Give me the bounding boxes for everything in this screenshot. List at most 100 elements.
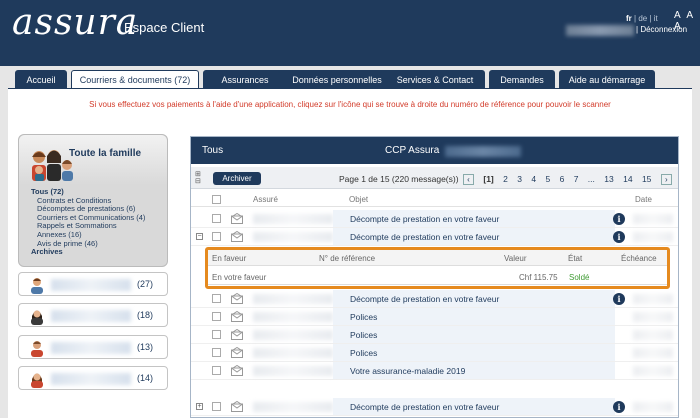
page-link[interactable]: [1] bbox=[483, 174, 493, 184]
row-checkbox[interactable] bbox=[212, 348, 221, 357]
table-row[interactable]: + Décompte de prestation en votre faveur i bbox=[191, 398, 678, 416]
row-subject[interactable]: Polices bbox=[333, 344, 615, 361]
row-subject-label[interactable]: Polices bbox=[350, 312, 377, 322]
page-info: Page 1 de 15 (220 message(s)) bbox=[339, 174, 459, 184]
panel-header: Tous CCP Assura bbox=[191, 137, 678, 164]
detail-col-value: Valeur bbox=[504, 254, 527, 263]
row-checkbox[interactable] bbox=[212, 402, 221, 411]
table-row[interactable]: Décompte de prestation en votre faveur i bbox=[191, 290, 678, 308]
insured-name-redacted bbox=[253, 312, 333, 322]
row-subject[interactable]: Décompte de prestation en votre faveur bbox=[333, 398, 615, 415]
family-member[interactable]: (13) bbox=[18, 335, 168, 359]
select-all-checkbox[interactable] bbox=[212, 195, 221, 204]
info-icon[interactable]: i bbox=[613, 401, 625, 413]
row-checkbox[interactable] bbox=[212, 312, 221, 321]
page-link[interactable]: 15 bbox=[642, 174, 651, 184]
member-name-redacted bbox=[51, 342, 131, 354]
insured-name-redacted bbox=[253, 214, 333, 224]
table-row[interactable]: − Décompte de prestation en votre faveur i bbox=[191, 228, 678, 246]
row-subject-label[interactable]: Décompte de prestation en votre faveur bbox=[350, 294, 499, 304]
family-member[interactable]: (27) bbox=[18, 272, 168, 296]
row-checkbox[interactable] bbox=[212, 232, 221, 241]
page-link[interactable]: 3 bbox=[517, 174, 522, 184]
envelope-icon bbox=[231, 231, 243, 242]
assura-logo[interactable]: assura bbox=[12, 2, 138, 43]
insured-name-redacted bbox=[253, 348, 333, 358]
tab-assurances[interactable]: Assurances bbox=[203, 70, 287, 88]
detail-col-due: Échéance bbox=[621, 254, 657, 263]
date-redacted bbox=[633, 366, 673, 376]
column-date[interactable]: Date bbox=[635, 195, 652, 204]
female-avatar-icon bbox=[31, 373, 43, 388]
lang-it[interactable]: it bbox=[654, 14, 658, 23]
prev-page-icon[interactable]: ‹ bbox=[463, 174, 474, 186]
row-subject-label[interactable]: Votre assurance-maladie 2019 bbox=[350, 366, 465, 376]
detail-col-ref: N° de référence bbox=[319, 254, 376, 263]
table-row[interactable]: Décompte de prestation en votre faveur i bbox=[191, 210, 678, 228]
family-member[interactable]: (18) bbox=[18, 303, 168, 327]
detail-state: Soldé bbox=[569, 273, 590, 282]
payment-notice: Si vous effectuez vos paiements à l'aide… bbox=[89, 100, 611, 109]
table-row[interactable]: Polices bbox=[191, 344, 678, 362]
date-redacted bbox=[633, 330, 673, 340]
date-redacted bbox=[633, 402, 673, 412]
logout-link[interactable]: | Déconnexion bbox=[636, 25, 687, 34]
archive-button[interactable]: Archiver bbox=[213, 172, 261, 185]
menu-item-archives[interactable]: Archives bbox=[31, 248, 165, 257]
row-subject-label[interactable]: Polices bbox=[350, 348, 377, 358]
lang-fr[interactable]: fr bbox=[626, 14, 632, 23]
column-objet[interactable]: Objet bbox=[349, 195, 368, 204]
row-subject[interactable]: Décompte de prestation en votre faveur bbox=[333, 290, 615, 307]
table-row[interactable]: Votre assurance-maladie 2019 bbox=[191, 362, 678, 380]
family-member[interactable]: (14) bbox=[18, 366, 168, 390]
column-assure[interactable]: Assuré bbox=[253, 195, 278, 204]
table-row[interactable]: Polices bbox=[191, 326, 678, 344]
row-subject[interactable]: Polices bbox=[333, 326, 615, 343]
tab-aide-demarrage[interactable]: Aide au démarrage bbox=[559, 70, 655, 88]
row-checkbox[interactable] bbox=[212, 366, 221, 375]
member-name-redacted bbox=[51, 310, 131, 322]
member-count: (14) bbox=[137, 373, 154, 383]
page-link[interactable]: 2 bbox=[503, 174, 508, 184]
family-title: Toute la famille bbox=[69, 148, 142, 159]
expand-collapse-all-icon[interactable]: ⊞ ⊟ bbox=[195, 171, 203, 187]
tab-demandes[interactable]: Demandes bbox=[489, 70, 555, 88]
expand-row-icon[interactable]: − bbox=[196, 233, 203, 240]
info-icon[interactable]: i bbox=[613, 231, 625, 243]
row-subject[interactable]: Décompte de prestation en votre faveur bbox=[333, 228, 615, 245]
tab-accueil[interactable]: Accueil bbox=[15, 70, 67, 88]
row-subject[interactable]: Votre assurance-maladie 2019 bbox=[333, 362, 615, 379]
page-link[interactable]: 14 bbox=[623, 174, 632, 184]
info-icon[interactable]: i bbox=[613, 293, 625, 305]
panel-toolbar: ⊞ ⊟ Archiver Page 1 de 15 (220 message(s)… bbox=[191, 167, 678, 189]
male-avatar-icon bbox=[31, 278, 43, 294]
tab-services-contact[interactable]: Services & Contact bbox=[385, 70, 485, 88]
row-checkbox[interactable] bbox=[212, 330, 221, 339]
page-link[interactable]: 7 bbox=[574, 174, 579, 184]
tab-courriers-documents[interactable]: Courriers & documents (72) bbox=[71, 70, 199, 89]
page-link[interactable]: 6 bbox=[560, 174, 565, 184]
info-icon[interactable]: i bbox=[613, 213, 625, 225]
row-checkbox[interactable] bbox=[212, 294, 221, 303]
next-page-icon[interactable]: › bbox=[660, 174, 672, 186]
row-subject[interactable]: Décompte de prestation en votre faveur bbox=[333, 210, 615, 227]
tab-donnees-personnelles[interactable]: Données personnelles bbox=[278, 70, 396, 88]
page-link[interactable]: 4 bbox=[531, 174, 536, 184]
table-row[interactable]: Polices bbox=[191, 308, 678, 326]
page-link[interactable]: 5 bbox=[545, 174, 550, 184]
row-checkbox[interactable] bbox=[212, 214, 221, 223]
row-subject-label[interactable]: Décompte de prestation en votre faveur bbox=[350, 214, 499, 224]
logout-label[interactable]: Déconnexion bbox=[640, 25, 687, 34]
row-subject-label[interactable]: Décompte de prestation en votre faveur bbox=[350, 402, 499, 412]
family-header[interactable]: Toute la famille bbox=[19, 135, 167, 185]
insured-name-redacted bbox=[253, 294, 333, 304]
page-link[interactable]: 13 bbox=[604, 174, 613, 184]
lang-de[interactable]: de bbox=[638, 14, 647, 23]
expand-row-icon[interactable]: + bbox=[196, 403, 203, 410]
row-subject[interactable]: Polices bbox=[333, 308, 615, 325]
detail-header-row: En faveur N° de référence Valeur État Éc… bbox=[208, 250, 667, 266]
row-subject-label[interactable]: Décompte de prestation en votre faveur bbox=[350, 232, 499, 242]
row-subject-label[interactable]: Polices bbox=[350, 330, 377, 340]
member-name-redacted bbox=[51, 279, 131, 291]
insured-name-redacted bbox=[253, 330, 333, 340]
